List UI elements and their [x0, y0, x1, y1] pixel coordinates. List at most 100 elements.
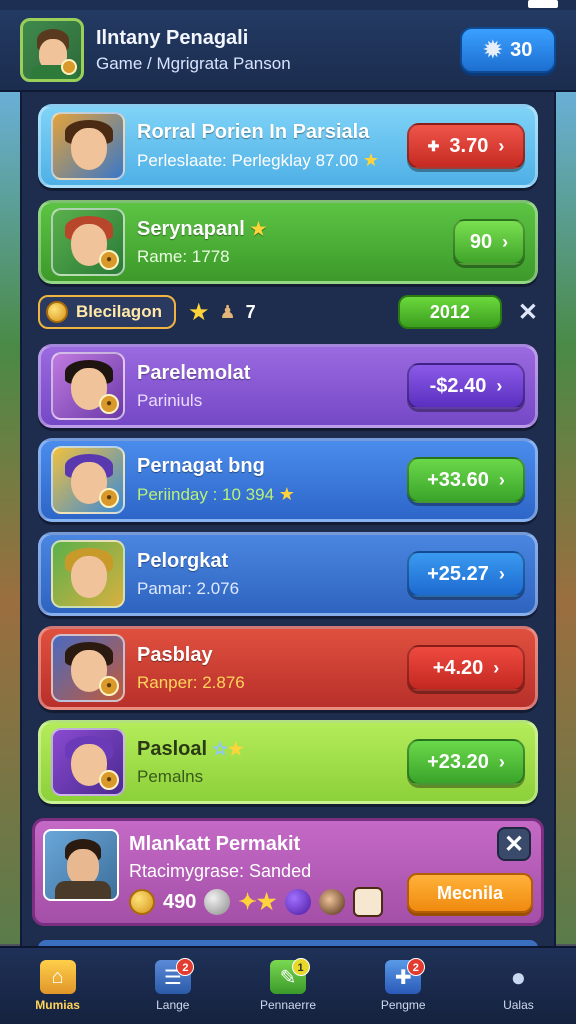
price-value: +23.20	[427, 750, 489, 773]
price-button[interactable]: +33.60 ›	[407, 457, 525, 503]
offer-card[interactable]: ● Pernagat bng Periinday : 10 394 ★ +33.…	[38, 438, 538, 522]
price-button[interactable]: -$2.40 ›	[407, 363, 525, 409]
plus-icon: ✚	[427, 137, 440, 154]
offer-subtitle: Ranper: 2.876	[137, 672, 245, 692]
star-outline-icon: ✫	[212, 738, 228, 759]
pawn-icon: ♟	[219, 301, 236, 322]
chevron-right-icon: ›	[498, 563, 505, 584]
promo-subtitle: Rtacimygrase: Sanded	[129, 861, 312, 881]
star-icon: ★	[187, 298, 210, 326]
nav-item-home[interactable]: ⌂ Mumias	[0, 948, 115, 1024]
offer-card[interactable]: Rorral Porien In Parsiala Perleslaate: P…	[38, 104, 538, 188]
character-avatar: ●	[51, 352, 125, 420]
character-avatar	[43, 829, 119, 901]
header: Ilntany Penagali Game / Mgrigrata Panson…	[0, 10, 576, 92]
offer-subtitle: Pamar: 2.076	[137, 578, 240, 598]
price-button[interactable]: +23.20 ›	[407, 739, 525, 785]
price-button[interactable]: +25.27 ›	[407, 551, 525, 597]
chevron-right-icon: ›	[498, 135, 505, 156]
nav-item-edit[interactable]: ✎ 1 Pennaerre	[230, 948, 345, 1024]
coin-icon	[129, 889, 155, 915]
nav-label: Ualas	[503, 998, 534, 1012]
offer-title: Pasblay	[137, 643, 213, 666]
bottom-nav: ⌂ Mumias ☰ 2 Lange ✎ 1 Pennaerre ✚ 2 Pen…	[0, 946, 576, 1024]
nav-label: Pengme	[380, 998, 426, 1012]
character-avatar	[51, 540, 125, 608]
offer-subtitle: Perleslaate: Perlegklay 87.00	[137, 151, 359, 170]
star-icon: ★	[227, 738, 244, 759]
potion-icon	[284, 889, 311, 915]
profile-icon: ●	[510, 961, 527, 992]
close-icon[interactable]: ✕	[518, 298, 538, 327]
close-icon[interactable]: ✕	[497, 827, 531, 861]
star-icon: ★	[278, 484, 295, 504]
price-value: +33.60	[427, 468, 489, 491]
character-avatar	[51, 112, 125, 180]
gear-gem-icon: ✹	[483, 37, 503, 62]
price-value: -$2.40	[429, 374, 487, 397]
coin-icon	[46, 301, 68, 323]
status-bar	[0, 0, 576, 10]
chevron-right-icon: ›	[498, 751, 505, 772]
offer-subtitle: Pemalns	[137, 766, 204, 786]
player-avatar[interactable]	[20, 18, 84, 82]
star-icon: ★	[250, 218, 267, 239]
coin-label-chip[interactable]: Blecilagon	[38, 295, 176, 329]
notification-badge: 2	[176, 958, 195, 976]
price-value: 3.70	[449, 134, 489, 157]
price-button[interactable]: ✚ 3.70 ›	[407, 123, 525, 169]
home-icon: ⌂	[39, 960, 76, 994]
coin-label: Blecilagon	[76, 302, 162, 321]
chevron-right-icon: ›	[493, 657, 500, 678]
page-subtitle: Game / Mgrigrata Panson	[96, 53, 291, 73]
level-badge-icon: ●	[99, 250, 119, 270]
promo-title: Mlankatt Permakit	[129, 833, 301, 855]
gem-value: 30	[510, 38, 533, 61]
score-chip[interactable]: 2012	[397, 295, 502, 329]
character-avatar: ●	[51, 208, 125, 276]
price-value: +4.20	[432, 656, 484, 679]
notification-badge: 1	[291, 958, 310, 976]
offer-card[interactable]: ● Parelemolat Pariniuls -$2.40 ›	[38, 344, 538, 428]
character-token-icon	[318, 889, 345, 915]
sparkle-icon: ✦★	[238, 889, 277, 914]
offer-card[interactable]: ● Pasblay Ranper: 2.876 +4.20 ›	[38, 626, 538, 710]
offer-subtitle: Periinday : 10 394	[137, 485, 275, 504]
nav-item-profile[interactable]: ● Ualas	[461, 948, 576, 1024]
promo-card[interactable]: Mlankatt Permakit Rtacimygrase: Sanded ✕…	[32, 818, 544, 926]
chevron-right-icon: ›	[498, 469, 505, 490]
offers-list[interactable]: Rorral Porien In Parsiala Perleslaate: P…	[20, 92, 556, 948]
chevron-right-icon: ›	[496, 375, 503, 396]
nav-label: Mumias	[35, 998, 80, 1012]
character-avatar: ●	[51, 446, 125, 514]
nav-item-news[interactable]: ☰ 2 Lange	[115, 948, 230, 1024]
price-button[interactable]: +4.20 ›	[407, 645, 525, 691]
nav-label: Pennaerre	[259, 998, 317, 1012]
battery-icon	[528, 0, 558, 8]
offer-card[interactable]: ● Pasloal ✫★ Pemalns +23.20 ›	[38, 720, 538, 804]
offer-title: Parelemolat	[137, 361, 251, 384]
character-avatar: ●	[51, 634, 125, 702]
level-badge-icon: ●	[99, 394, 119, 414]
item-count: 7	[245, 301, 256, 322]
offer-title: Rorral Porien In Parsiala	[137, 121, 370, 143]
price-value: +25.27	[427, 562, 489, 585]
chevron-right-icon: ›	[502, 231, 509, 252]
offer-card[interactable]: ● Serynapanl ★ Rame: 1778 90 ›	[38, 200, 538, 284]
nav-item-tools[interactable]: ✚ 2 Pengme	[346, 948, 461, 1024]
character-card-icon	[352, 887, 383, 917]
coin-amount: 490	[163, 890, 197, 913]
gem-currency-button[interactable]: ✹ 30	[460, 27, 556, 73]
nav-label: Lange	[156, 998, 190, 1012]
level-badge-icon: ●	[99, 488, 119, 508]
offer-title: Pernagat bng	[137, 455, 265, 477]
promo-action-button[interactable]: Mecnila	[407, 873, 533, 913]
offer-subtitle: Rame: 1778	[137, 246, 230, 266]
offer-title: Serynapanl	[137, 217, 245, 240]
level-badge-icon: ●	[99, 676, 119, 696]
price-button[interactable]: 90 ›	[453, 219, 525, 265]
offer-title: Pasloal	[137, 737, 208, 760]
offer-card[interactable]: Pelorgkat Pamar: 2.076 +25.27 ›	[38, 532, 538, 616]
page-title: Ilntany Penagali	[96, 26, 249, 49]
silver-coin-icon	[204, 889, 231, 915]
